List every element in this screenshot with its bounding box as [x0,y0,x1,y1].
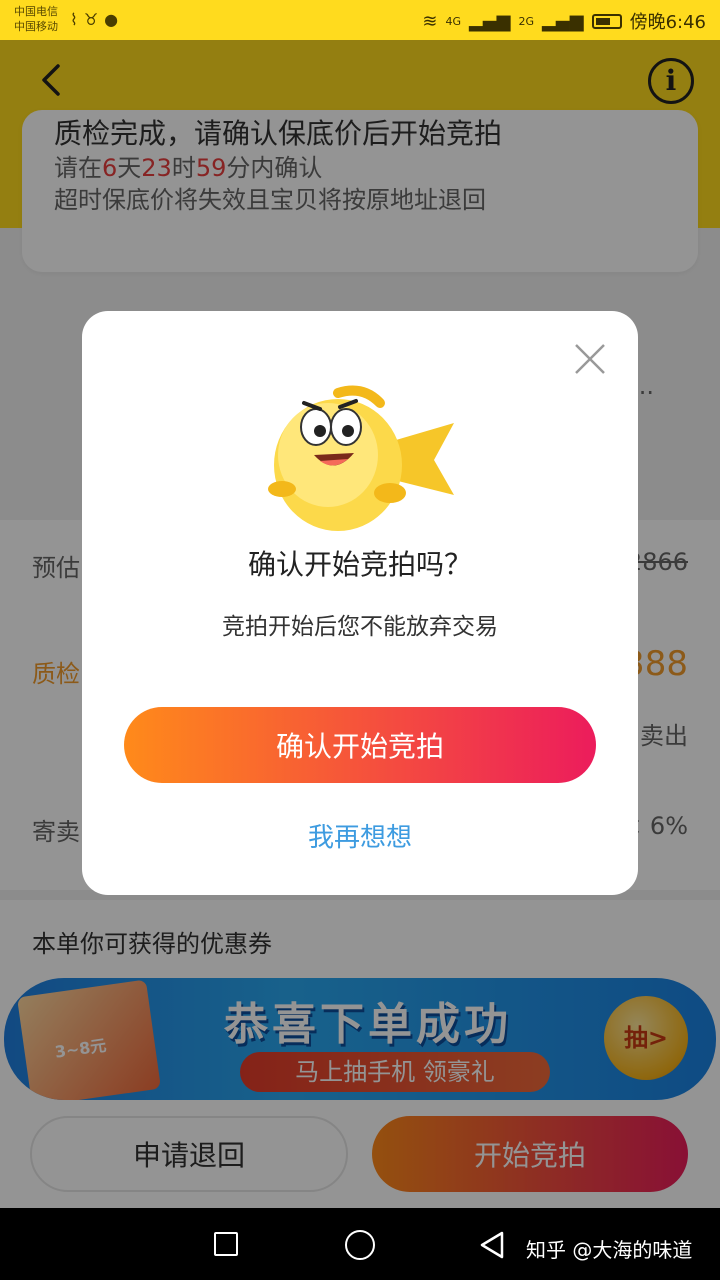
status-time: 傍晚6:46 [629,12,706,33]
signal-bars-icon: ▂▄▆ [468,10,511,32]
battery-icon [591,13,622,29]
carrier-mobile: 中国移动 [14,20,58,33]
fish-mascot-icon [268,385,454,531]
signal-bars-icon-2: ▂▄▆ [542,10,584,32]
think-again-link[interactable]: 我再想想 [82,817,638,854]
nav-bar: 知乎 @大海的味道 [0,1208,720,1280]
wifi-icon: ≋ [422,10,438,32]
watermark: 知乎 @大海的味道 [526,1238,693,1262]
confirm-start-auction-button[interactable]: 确认开始竞拍 [124,707,596,783]
home-icon[interactable] [345,1230,375,1260]
confirm-dialog: 确认开始竞拍吗？ 竞拍开始后您不能放弃交易 确认开始竞拍 我再想想 [82,311,638,895]
alarm-icon: ♉ [83,10,105,29]
dialog-subtitle: 竞拍开始后您不能放弃交易 [222,614,498,640]
nav-back-icon[interactable] [478,1230,506,1260]
close-icon[interactable] [570,339,610,379]
dialog-title: 确认开始竞拍吗？ [247,548,472,581]
signal-2g-icon: 2G [518,14,535,28]
carrier-telecom: 中国电信 [14,5,58,18]
recent-apps-icon[interactable] [214,1232,238,1256]
signal-4g-icon: 4G [445,14,461,28]
activity-icon: ⌇ [70,10,84,29]
status-bar: 中国电信 中国移动 ⌇♉● ≋ 4G ▂▄▆ 2G ▂▄▆ 傍晚6:46 [0,0,720,40]
status-right: ≋ 4G ▂▄▆ 2G ▂▄▆ 傍晚6:46 [422,8,706,34]
notification-icons: ⌇♉● [70,10,124,29]
chat-icon: ● [104,10,125,29]
carrier-info: 中国电信 中国移动 [14,4,58,34]
